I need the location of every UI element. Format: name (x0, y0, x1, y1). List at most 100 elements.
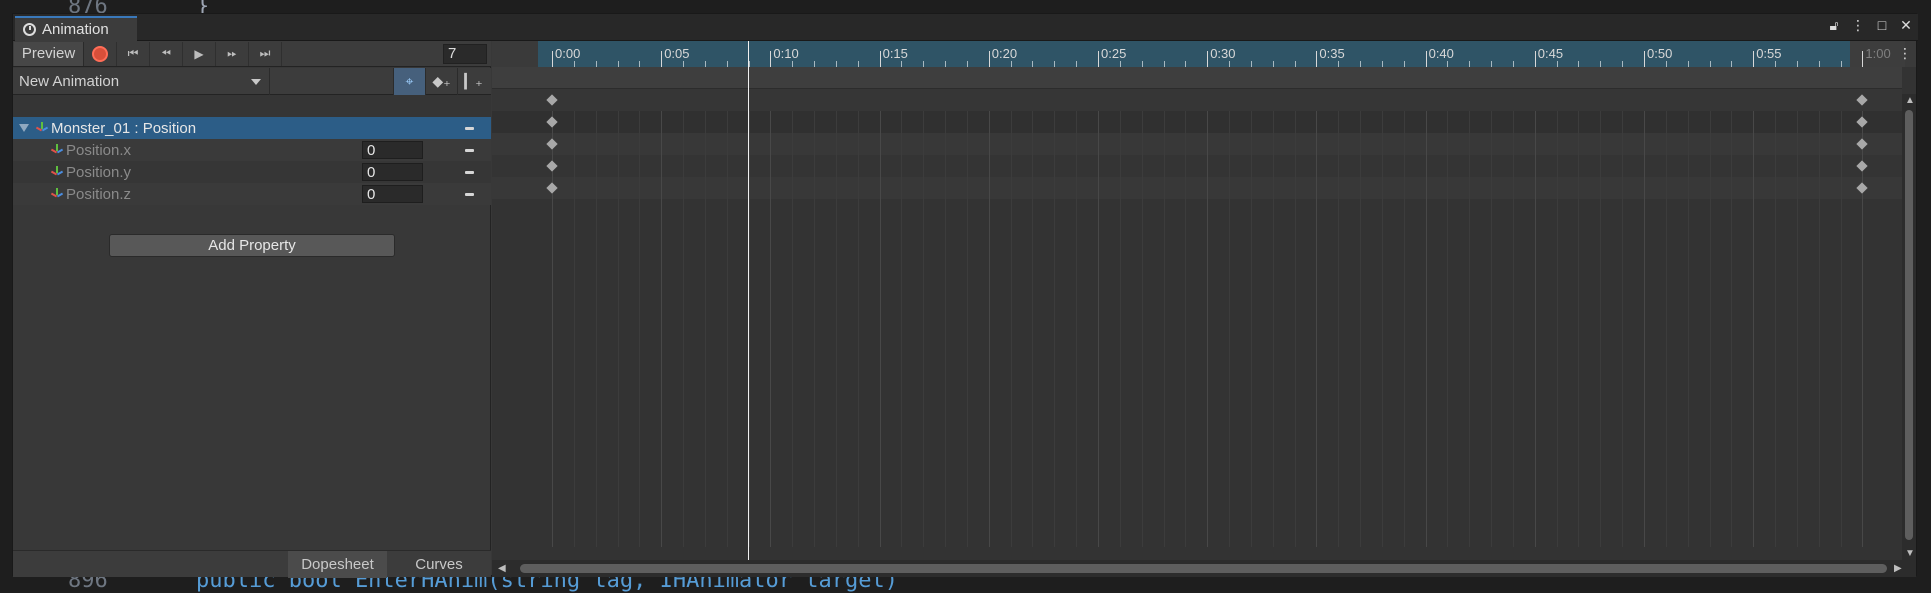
grid-major-line (1753, 111, 1755, 547)
grid-minor-line (792, 111, 794, 547)
scroll-up-icon[interactable]: ▲ (1905, 95, 1915, 106)
property-label: Position.y (66, 163, 132, 181)
grid-major-line (1534, 111, 1536, 547)
ruler-tick-label: 0:05 (664, 46, 690, 61)
remove-property-icon[interactable] (465, 193, 474, 196)
tab-dopesheet[interactable]: Dopesheet (288, 551, 387, 578)
horizontal-scrollbar[interactable]: ◀ ▶ (492, 560, 1916, 577)
grid-minor-line (1250, 111, 1252, 547)
grid-minor-line (1840, 111, 1842, 547)
grid-major-line (552, 111, 553, 547)
dopesheet-grid[interactable] (492, 111, 1902, 547)
grid-minor-line (901, 111, 903, 547)
record-button[interactable] (84, 41, 117, 66)
kebab-menu-icon[interactable]: ⋮ (1850, 17, 1866, 34)
clip-dropdown[interactable]: New Animation (13, 68, 270, 95)
prev-key-button[interactable]: ⏪︎ (150, 41, 183, 66)
grid-minor-line (1272, 111, 1274, 547)
first-key-icon: ⏮︎ (127, 46, 139, 60)
property-row[interactable]: Position.y 0 (13, 161, 491, 183)
time-ruler[interactable]: 0:00 0:05 0:10 0:15 0:20 0:25 0:30 0:35 0:40 0:45… (492, 41, 1916, 67)
ruler-tick-label: 0:45 (1537, 46, 1564, 61)
clock-icon (23, 23, 36, 36)
remove-property-icon[interactable] (465, 171, 474, 174)
grid-minor-line (1556, 111, 1558, 547)
play-button[interactable]: ▶ (183, 41, 216, 66)
property-row[interactable]: Position.z 0 (13, 183, 491, 205)
grid-minor-line (1796, 111, 1798, 547)
property-value-field[interactable]: 0 (362, 185, 423, 203)
add-event-button[interactable]: ▎₊ (457, 68, 489, 95)
grid-minor-line (966, 111, 968, 547)
ruler-tick-line (552, 51, 553, 67)
ruler-tick-line (1425, 51, 1427, 67)
expand-triangle-icon[interactable] (19, 124, 29, 132)
grid-minor-line (573, 111, 575, 547)
grid-minor-line (639, 111, 641, 547)
playhead[interactable] (747, 41, 749, 561)
tab-curves[interactable]: Curves (389, 551, 489, 578)
next-key-button[interactable]: ⏩︎ (216, 41, 249, 66)
track-group-label: Monster_01 : Position (51, 119, 197, 137)
grid-minor-line (1338, 111, 1340, 547)
ruler-tick-label: 0:15 (882, 46, 908, 61)
add-property-button[interactable]: Add Property (109, 234, 395, 257)
last-key-button[interactable]: ⏭︎ (249, 41, 282, 66)
grid-minor-line (835, 111, 837, 547)
grid-minor-line (814, 111, 816, 547)
add-event-icon: ▎₊ (464, 73, 483, 89)
window-controls: 🔓︎ ⋮ □ ✕ (1826, 17, 1914, 34)
scroll-down-icon[interactable]: ▼ (1905, 548, 1915, 559)
grid-major-line (1098, 111, 1099, 547)
ruler-tick-label: 0:20 (991, 46, 1018, 61)
maximize-icon[interactable]: □ (1874, 17, 1890, 34)
grid-minor-line (748, 111, 750, 547)
remove-property-icon[interactable] (465, 127, 474, 130)
ruler-tick-label: 0:55 (1756, 46, 1782, 61)
grid-minor-line (1578, 111, 1580, 547)
frame-field[interactable]: 7 (443, 44, 487, 64)
grid-minor-line (1229, 111, 1231, 547)
track-group-row[interactable]: Monster_01 : Position (13, 117, 491, 139)
add-keyframe-button[interactable]: ◆₊ (425, 68, 457, 95)
property-value-field[interactable]: 0 (362, 163, 423, 181)
ruler-tick-line (988, 51, 990, 67)
property-value-field[interactable]: 0 (362, 141, 423, 159)
timeline-panel: 0:00 0:05 0:10 0:15 0:20 0:25 0:30 0:35 0:40 0:45… (492, 41, 1916, 577)
close-icon[interactable]: ✕ (1898, 17, 1914, 34)
grid-minor-line (595, 111, 597, 547)
property-row[interactable]: Position.x 0 (13, 139, 491, 161)
grid-minor-line (1294, 111, 1296, 547)
lock-icon[interactable]: 🔓︎ (1826, 17, 1842, 34)
grid-major-line (879, 111, 881, 547)
preview-button[interactable]: Preview (14, 41, 84, 66)
ruler-tick-label: 0:25 (1101, 46, 1127, 61)
kebab-menu-icon[interactable]: ⋮ (1898, 45, 1912, 62)
event-row[interactable] (492, 67, 1902, 89)
scroll-left-icon[interactable]: ◀ (498, 563, 506, 574)
view-mode-tabs: Dopesheet Curves (13, 550, 491, 578)
tab-title: Animation (42, 21, 109, 38)
last-key-icon: ⏭︎ (259, 46, 271, 60)
transform-icon (50, 144, 64, 156)
grid-row (492, 177, 1902, 199)
grid-minor-line (1687, 111, 1689, 547)
next-key-icon: ⏩︎ (227, 46, 237, 60)
animation-tab[interactable]: Animation (15, 16, 137, 41)
ruler-tick-line (1098, 51, 1099, 67)
scroll-right-icon[interactable]: ▶ (1894, 563, 1902, 574)
grid-minor-line (1622, 111, 1624, 547)
ruler-tick-line (661, 51, 663, 67)
grid-minor-line (1119, 111, 1121, 547)
ruler-tick-label: 0:00 (555, 46, 581, 61)
first-key-button[interactable]: ⏮︎ (117, 41, 150, 66)
filter-by-selection-button[interactable]: ⌖ (393, 68, 425, 95)
vertical-scroll-thumb[interactable] (1905, 110, 1913, 540)
horizontal-scroll-thumb[interactable] (520, 564, 1887, 573)
remove-property-icon[interactable] (465, 149, 474, 152)
transform-icon (50, 188, 64, 200)
ruler-tick-line (1862, 51, 1864, 67)
property-label: Position.x (66, 141, 132, 159)
vertical-scrollbar[interactable]: ▲ ▼ (1902, 94, 1916, 560)
ruler-tick-line (879, 51, 881, 67)
